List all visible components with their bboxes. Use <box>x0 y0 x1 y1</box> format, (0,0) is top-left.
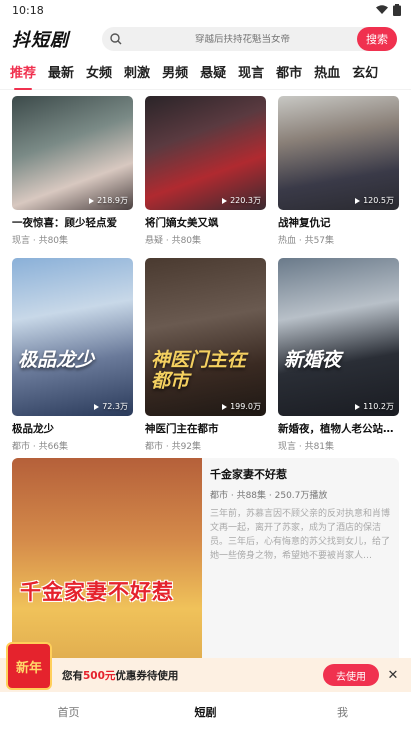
poster-title: 新婚夜 <box>284 348 342 371</box>
view-count: 218.9万 <box>89 195 128 206</box>
drama-poster[interactable]: 神医门主在都市 199.0万 <box>145 258 266 416</box>
drama-card[interactable]: 220.3万 将门嫡女美又飒 悬疑 · 共80集 <box>145 96 266 246</box>
drama-meta: 现言 · 共80集 <box>12 236 69 246</box>
drama-grid: 218.9万 一夜惊喜：顾少轻点爱 现言 · 共80集 220.3万 将门嫡女美… <box>12 96 399 452</box>
tab-latest[interactable]: 最新 <box>48 62 74 83</box>
featured-poster-title: 千金家妻不好惹 <box>20 580 174 604</box>
tab-passion[interactable]: 热血 <box>314 62 340 83</box>
drama-title: 一夜惊喜：顾少轻点爱 <box>12 217 117 229</box>
drama-meta: 热血 · 共57集 <box>278 236 335 246</box>
coupon-text: 您有500元优惠券待使用 <box>62 669 179 682</box>
drama-card[interactable]: 120.5万 战神复仇记 热血 · 共57集 <box>278 96 399 246</box>
featured-meta: 都市 · 共88集 · 250.7万播放 <box>210 491 328 501</box>
drama-card[interactable]: 218.9万 一夜惊喜：顾少轻点爱 现言 · 共80集 <box>12 96 133 246</box>
drama-card[interactable]: 极品龙少 72.3万 极品龙少 都市 · 共66集 <box>12 258 133 452</box>
drama-meta: 都市 · 共66集 <box>12 442 69 452</box>
featured-info: 千金家妻不好惹 都市 · 共88集 · 250.7万播放 三年前，苏慕言因不顾父… <box>202 458 399 690</box>
poster-title: 神医门主在都市 <box>151 348 247 392</box>
view-count: 220.3万 <box>222 195 261 206</box>
play-icon <box>222 197 228 204</box>
tab-female[interactable]: 女频 <box>86 62 112 83</box>
status-bar: 10:18 <box>0 0 411 20</box>
drama-title: 极品龙少 <box>12 423 54 435</box>
app-logo: 抖短剧 <box>12 30 69 51</box>
view-count: 199.0万 <box>222 401 261 412</box>
drama-title: 新婚夜，植物人老公站起来了 <box>278 423 399 435</box>
status-time: 10:18 <box>12 3 44 17</box>
coupon-amount: 500元 <box>83 669 116 682</box>
drama-meta: 现言 · 共81集 <box>278 442 335 452</box>
battery-icon <box>393 4 401 16</box>
search-bar[interactable]: 搜索 <box>102 27 397 51</box>
drama-meta: 都市 · 共92集 <box>145 442 202 452</box>
nav-short-drama[interactable]: 短剧 <box>137 704 274 720</box>
drama-poster[interactable]: 120.5万 <box>278 96 399 210</box>
search-button[interactable]: 搜索 <box>357 27 397 51</box>
tab-male[interactable]: 男频 <box>162 62 188 83</box>
drama-meta: 悬疑 · 共80集 <box>145 236 202 246</box>
drama-card[interactable]: 神医门主在都市 199.0万 神医门主在都市 都市 · 共92集 <box>145 258 266 452</box>
play-icon <box>94 403 100 410</box>
view-count: 120.5万 <box>355 195 394 206</box>
poster-title: 极品龙少 <box>18 348 95 371</box>
close-icon[interactable]: ✕ <box>383 668 403 683</box>
tab-modern-romance[interactable]: 现言 <box>238 62 264 83</box>
drama-card[interactable]: 新婚夜 110.2万 新婚夜，植物人老公站起来了 现言 · 共81集 <box>278 258 399 452</box>
search-input[interactable] <box>122 33 397 45</box>
featured-description: 三年前，苏慕言因不顾父亲的反对执意和肖博文再一起，离开了苏家，成为了酒店的保洁员… <box>210 509 391 561</box>
view-count: 110.2万 <box>355 401 394 412</box>
bottom-nav: 首页 短剧 我 <box>0 692 411 732</box>
app-header: 抖短剧 搜索 <box>0 22 411 56</box>
featured-title: 千金家妻不好惹 <box>210 468 287 481</box>
new-year-badge: 新年 <box>6 642 52 690</box>
tab-fantasy[interactable]: 玄幻 <box>352 62 378 83</box>
tab-recommend[interactable]: 推荐 <box>10 62 36 90</box>
play-icon <box>222 403 228 410</box>
tab-suspense[interactable]: 悬疑 <box>200 62 226 83</box>
status-icons <box>376 4 401 16</box>
nav-me[interactable]: 我 <box>274 704 411 720</box>
view-count: 72.3万 <box>94 401 128 412</box>
wifi-icon <box>376 5 388 14</box>
drama-poster[interactable]: 新婚夜 110.2万 <box>278 258 399 416</box>
tab-urban[interactable]: 都市 <box>276 62 302 83</box>
play-icon <box>355 197 361 204</box>
play-icon <box>355 403 361 410</box>
play-icon <box>89 197 95 204</box>
nav-home[interactable]: 首页 <box>0 704 137 720</box>
drama-title: 神医门主在都市 <box>145 423 219 435</box>
drama-poster[interactable]: 220.3万 <box>145 96 266 210</box>
category-tabs: 推荐 最新 女频 刺激 男频 悬疑 现言 都市 热血 玄幻 <box>0 56 411 90</box>
search-icon <box>110 33 122 45</box>
tab-thrill[interactable]: 刺激 <box>124 62 150 83</box>
drama-title: 战神复仇记 <box>278 217 331 229</box>
drama-title: 将门嫡女美又飒 <box>145 217 219 229</box>
featured-drama[interactable]: 千金家妻不好惹 千金家妻不好惹 都市 · 共88集 · 250.7万播放 三年前… <box>12 458 399 690</box>
use-coupon-button[interactable]: 去使用 <box>323 664 379 686</box>
coupon-banner: 新年 您有500元优惠券待使用 去使用 ✕ <box>0 642 411 692</box>
drama-poster[interactable]: 218.9万 <box>12 96 133 210</box>
drama-poster[interactable]: 极品龙少 72.3万 <box>12 258 133 416</box>
